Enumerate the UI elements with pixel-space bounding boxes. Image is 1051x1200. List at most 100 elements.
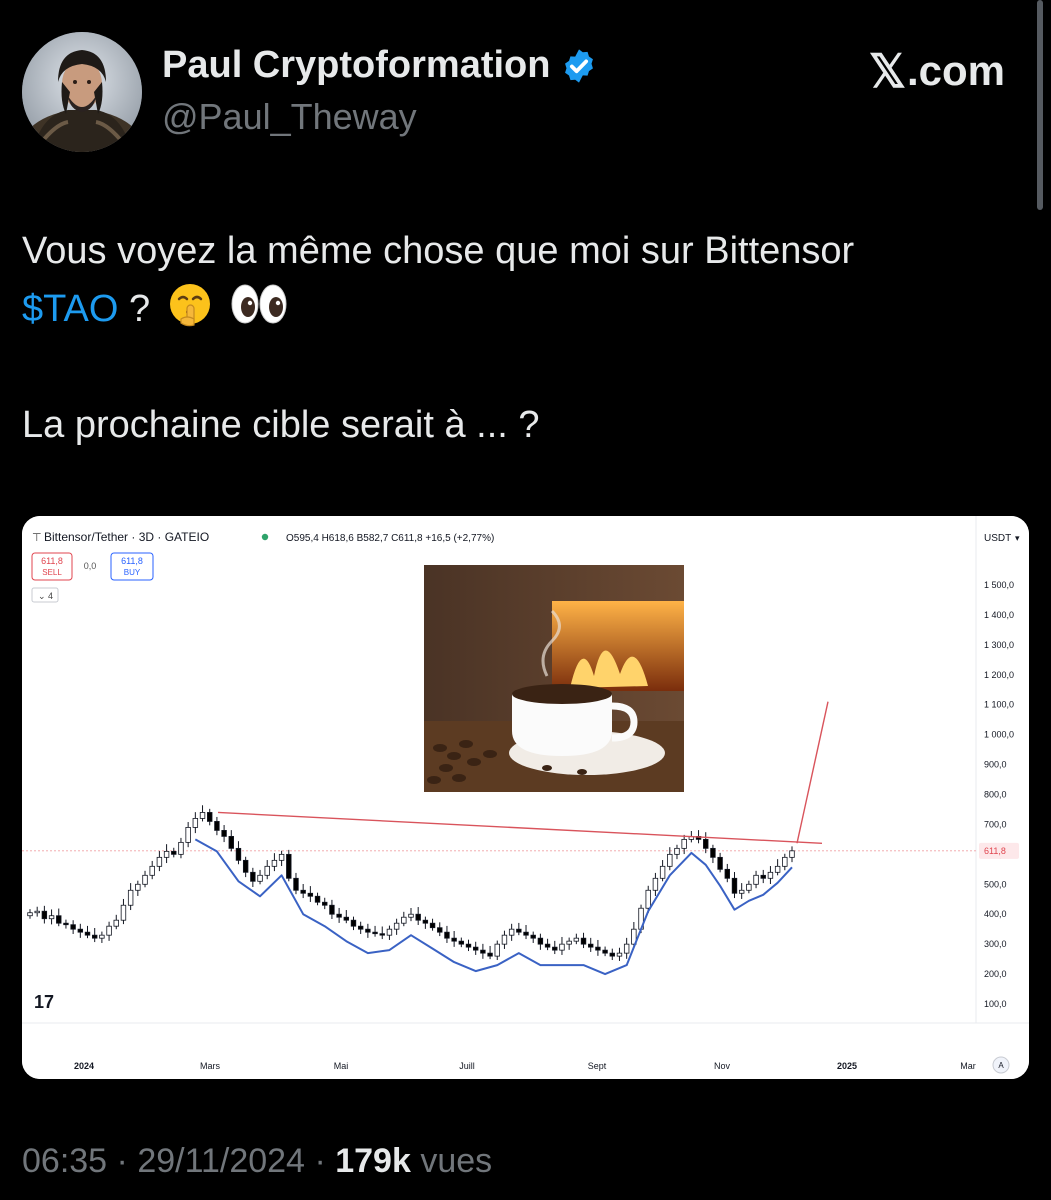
candle-body [530, 934, 536, 939]
tweet-date[interactable]: 29/11/2024 [137, 1142, 305, 1180]
candle-body [286, 853, 292, 879]
candle-body [41, 910, 48, 920]
candle-body [63, 922, 69, 926]
candle-body [192, 818, 199, 828]
views-count: 179k [335, 1142, 411, 1180]
candle-body [782, 856, 788, 867]
candle-body [667, 853, 673, 867]
candle-body [652, 877, 659, 891]
candle-body [537, 937, 544, 945]
candle-body [573, 937, 580, 942]
x-tick-label: 2024 [74, 1061, 94, 1071]
candle-body [322, 901, 328, 906]
candle-body [444, 931, 450, 939]
sell-price: 611,8 [41, 556, 63, 566]
candle-body [401, 916, 407, 924]
candle-body [278, 853, 285, 861]
candle-body [27, 912, 33, 917]
tweet-text: Vous voyez la même chose que moi sur Bit… [22, 222, 1022, 454]
separator-dot: · [116, 1142, 138, 1180]
candle-body [163, 850, 170, 858]
candle-body [221, 830, 227, 837]
candle-body [422, 919, 429, 924]
y-tick-label: 700,0 [984, 819, 1007, 829]
candle-body [674, 847, 680, 855]
candle-body [293, 877, 299, 891]
candle-body [171, 850, 177, 855]
tv-symbol-icon: ⊤ [32, 532, 42, 544]
candle-body [185, 827, 191, 843]
candle-body [774, 865, 781, 873]
x-tick-label: Nov [714, 1061, 731, 1071]
candle-body [300, 889, 306, 894]
candle-body [91, 934, 98, 939]
candle-body [393, 922, 400, 930]
candle-body [616, 952, 623, 957]
candle-body [508, 928, 515, 936]
candle-body [458, 940, 465, 945]
candle-body [350, 919, 357, 927]
y-tick-label: 100,0 [984, 999, 1007, 1009]
candle-body [580, 937, 587, 945]
coffee-photo [424, 565, 684, 792]
y-tick-label: 200,0 [984, 969, 1007, 979]
x-logo: 𝕏 .com [869, 44, 1005, 98]
candle-body [379, 933, 385, 936]
candle-body [106, 925, 112, 936]
candle-body [731, 877, 738, 894]
candle-body [544, 943, 551, 948]
verified-badge-icon [565, 48, 594, 83]
views-label: vues [420, 1142, 493, 1180]
price-tag-label: 611,8 [984, 846, 1006, 856]
candle-body [365, 928, 371, 933]
candle-body [429, 922, 436, 929]
y-tick-label: 1 000,0 [984, 730, 1014, 740]
tweet-line-1: Vous voyez la même chose que moi sur Bit… [22, 230, 855, 272]
candle-body [343, 916, 350, 921]
tweet-time[interactable]: 06:35 [22, 1142, 107, 1180]
x-icon: 𝕏 [868, 45, 906, 97]
candle-body [84, 931, 91, 936]
tradingview-chart: ⊤ Bittensor/Tether · 3D · GATEIO O595,4 … [22, 516, 1029, 1079]
author-avatar[interactable] [22, 32, 142, 152]
scrollbar[interactable] [1037, 0, 1043, 210]
x-tick-label: Juill [459, 1061, 475, 1071]
candle-body [523, 931, 529, 936]
candle-body [451, 937, 457, 942]
y-tick-label: 400,0 [984, 909, 1007, 919]
candle-body [372, 931, 378, 935]
tweet-blank-line [22, 338, 1022, 396]
candle-body [329, 904, 335, 915]
buy-label: BUY [124, 568, 141, 577]
candle-body [207, 812, 213, 822]
candle-body [552, 946, 558, 951]
spread-value: 0,0 [84, 561, 97, 571]
candle-body [178, 841, 184, 855]
separator-dot: · [314, 1142, 336, 1180]
candle-body [257, 874, 263, 882]
cashtag-link[interactable]: $TAO [22, 288, 118, 330]
x-tick-label: Sept [588, 1061, 607, 1071]
chart-image-card[interactable]: ⊤ Bittensor/Tether · 3D · GATEIO O595,4 … [22, 516, 1029, 1079]
author-name[interactable]: Paul Cryptoformation [162, 44, 550, 87]
candle-body [659, 865, 666, 879]
x-tick-label: 2025 [837, 1061, 857, 1071]
candle-body [214, 821, 220, 831]
candle-body [250, 871, 256, 882]
candle-body [609, 952, 615, 957]
y-tick-label: 1 500,0 [984, 580, 1014, 590]
chart-ohlc: O595,4 H618,6 B582,7 C611,8 +16,5 (+2,77… [286, 533, 494, 544]
candle-body [156, 856, 163, 867]
candle-body [70, 924, 76, 930]
candle-body [566, 940, 572, 945]
candle-body [588, 943, 594, 948]
candle-body [681, 838, 687, 849]
sell-label: SELL [42, 568, 62, 577]
chart-symbol: Bittensor/Tether · 3D · GATEIO [44, 530, 209, 544]
candle-body [516, 928, 522, 933]
candle-body [386, 928, 393, 936]
x-tick-label: Mai [334, 1061, 349, 1071]
author-handle[interactable]: @Paul_Theway [162, 96, 417, 138]
author-name-row[interactable]: Paul Cryptoformation [162, 44, 598, 87]
avatar-image [22, 32, 142, 152]
